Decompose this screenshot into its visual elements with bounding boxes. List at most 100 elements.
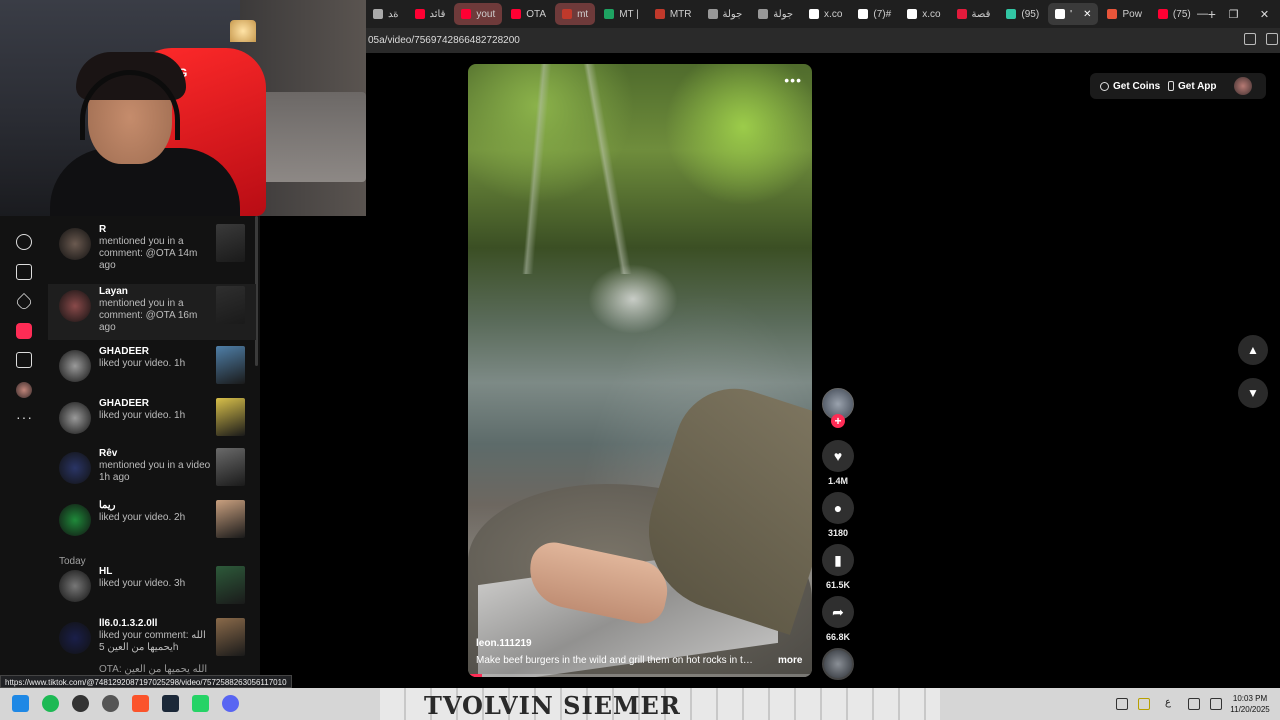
notification-video-thumbnail[interactable] — [216, 398, 245, 436]
microphone-icon[interactable] — [1138, 698, 1150, 710]
minimize-icon[interactable]: — — [1187, 0, 1218, 28]
profile-avatar-icon[interactable] — [16, 382, 32, 398]
notification-video-thumbnail[interactable] — [216, 286, 245, 324]
tab-favicon-icon — [461, 9, 472, 19]
notification-username[interactable]: Layan — [99, 286, 211, 298]
notification-video-thumbnail[interactable] — [216, 224, 245, 262]
notification-item[interactable]: GHADEER liked your video. 1h — [48, 344, 256, 400]
tab-favicon-icon — [809, 9, 820, 19]
obs-icon[interactable] — [72, 695, 89, 712]
video-author[interactable]: leon.111219 — [476, 638, 532, 649]
comment-count: 3180 — [827, 528, 849, 538]
browser-tab[interactable]: Pow — [1100, 3, 1148, 25]
network-icon[interactable] — [1188, 698, 1200, 710]
notification-item[interactable]: Layan mentioned you in a comment: @OTA 16… — [48, 284, 256, 340]
next-video-button[interactable]: ▼ — [1238, 378, 1268, 408]
discord-icon[interactable] — [222, 695, 239, 712]
notification-avatar[interactable] — [59, 402, 91, 434]
browser-tab[interactable]: قائد — [408, 3, 453, 25]
start-icon[interactable] — [12, 695, 29, 712]
notification-username[interactable]: HL — [99, 566, 211, 578]
language-indicator[interactable]: ع — [1165, 697, 1171, 708]
save-button[interactable]: ▮ — [822, 544, 854, 576]
clock[interactable]: 10:03 PM 11/20/2025 — [1224, 693, 1276, 715]
notification-avatar[interactable] — [59, 504, 91, 536]
caption-more-button[interactable]: more — [778, 655, 802, 666]
notification-video-thumbnail[interactable] — [216, 618, 245, 656]
notification-avatar[interactable] — [59, 570, 91, 602]
browser-tab[interactable]: mt — [555, 3, 596, 25]
follow-plus-icon[interactable]: + — [831, 414, 845, 428]
share-button[interactable]: ➦ — [822, 596, 854, 628]
notification-item[interactable]: GHADEER liked your video. 1h — [48, 396, 256, 452]
notification-username[interactable]: ll6.0.1.3.2.0ll — [99, 618, 211, 630]
browser-tab[interactable]: جولة — [701, 3, 750, 25]
like-button[interactable]: ♥ — [822, 440, 854, 472]
user-avatar[interactable] — [1234, 77, 1252, 95]
browser-tab[interactable]: x.co — [802, 3, 849, 25]
whatsapp-icon[interactable] — [192, 695, 209, 712]
following-icon[interactable] — [16, 234, 32, 250]
url-text[interactable]: 05a/video/7569742866482728200 — [366, 35, 520, 46]
notification-video-thumbnail[interactable] — [216, 346, 245, 384]
browser-tab[interactable]: جولة — [751, 3, 800, 25]
notification-avatar[interactable] — [59, 622, 91, 654]
notification-avatar[interactable] — [59, 290, 91, 322]
steam-icon[interactable] — [162, 695, 179, 712]
video-more-menu-icon[interactable]: ••• — [784, 72, 802, 88]
cast-icon[interactable] — [1266, 33, 1278, 45]
notification-username[interactable]: GHADEER — [99, 398, 211, 410]
notification-item[interactable]: Rêv mentioned you in a video 1h ago — [48, 446, 256, 502]
activity-icon[interactable] — [16, 323, 32, 339]
video-player[interactable]: ••• leon.111219 Make beef burgers in the… — [468, 64, 812, 677]
brave-icon[interactable] — [132, 695, 149, 712]
close-window-icon[interactable]: ✕ — [1249, 0, 1280, 28]
notification-item[interactable]: HL liked your video. 3h — [48, 564, 256, 620]
browser-tab[interactable]: yout — [454, 3, 503, 25]
notification-item[interactable]: ريما liked your video. 2h — [48, 498, 256, 554]
notification-avatar[interactable] — [59, 228, 91, 260]
spotify-icon[interactable] — [42, 695, 59, 712]
notification-video-thumbnail[interactable] — [216, 500, 245, 538]
reader-mode-icon[interactable] — [1244, 33, 1256, 45]
address-bar[interactable]: 05a/video/7569742866482728200 — [366, 28, 1280, 53]
restore-icon[interactable]: ❐ — [1218, 0, 1249, 28]
close-tab-icon[interactable]: ✕ — [1083, 9, 1091, 20]
browser-tab[interactable]: (95) — [999, 3, 1046, 25]
video-frame-waterfall — [588, 264, 678, 334]
notification-avatar[interactable] — [59, 452, 91, 484]
more-dots-icon[interactable]: ··· — [16, 410, 32, 428]
volume-icon[interactable] — [1210, 698, 1222, 710]
music-disc-icon[interactable] — [822, 648, 854, 680]
browser-tab[interactable]: OTA — [504, 3, 553, 25]
notification-avatar[interactable] — [59, 350, 91, 382]
browser-tab[interactable]: MTR — [648, 3, 699, 25]
browser-tab[interactable]: MT | — [597, 3, 646, 25]
notification-username[interactable]: R — [99, 224, 211, 236]
tab-label: قصة — [971, 8, 991, 20]
notification-username[interactable]: ريما — [99, 500, 211, 512]
notification-text: Rêv mentioned you in a video 1h ago — [99, 448, 211, 484]
upload-icon[interactable] — [16, 352, 32, 368]
notification-video-thumbnail[interactable] — [216, 566, 245, 604]
get-app-button[interactable]: Get App — [1168, 81, 1217, 92]
messages-icon[interactable] — [14, 292, 34, 312]
notification-username[interactable]: GHADEER — [99, 346, 211, 358]
notification-username[interactable]: Rêv — [99, 448, 211, 460]
browser-tab[interactable]: x.co — [900, 3, 947, 25]
browser-tab[interactable]: ﺓﺪ — [366, 3, 406, 25]
notification-item[interactable]: Rmentioned you in a comment: @OTA 14m ag… — [48, 222, 256, 278]
browser-tab[interactable]: (7)# — [851, 3, 898, 25]
video-progress-bar[interactable] — [468, 674, 812, 677]
tray-chevron-icon[interactable] — [1116, 698, 1128, 710]
app-icon[interactable] — [102, 695, 119, 712]
browser-tab[interactable]: ' ✕ — [1048, 3, 1099, 25]
previous-video-button[interactable]: ▲ — [1238, 335, 1268, 365]
browser-tab[interactable]: قصة — [950, 3, 998, 25]
live-icon[interactable] — [16, 264, 32, 280]
get-coins-button[interactable]: Get Coins — [1100, 81, 1160, 92]
left-nav-rail: ··· — [0, 216, 48, 686]
notification-video-thumbnail[interactable] — [216, 448, 245, 486]
comment-button[interactable]: ● — [822, 492, 854, 524]
bookmark-icon: ▮ — [834, 551, 842, 568]
